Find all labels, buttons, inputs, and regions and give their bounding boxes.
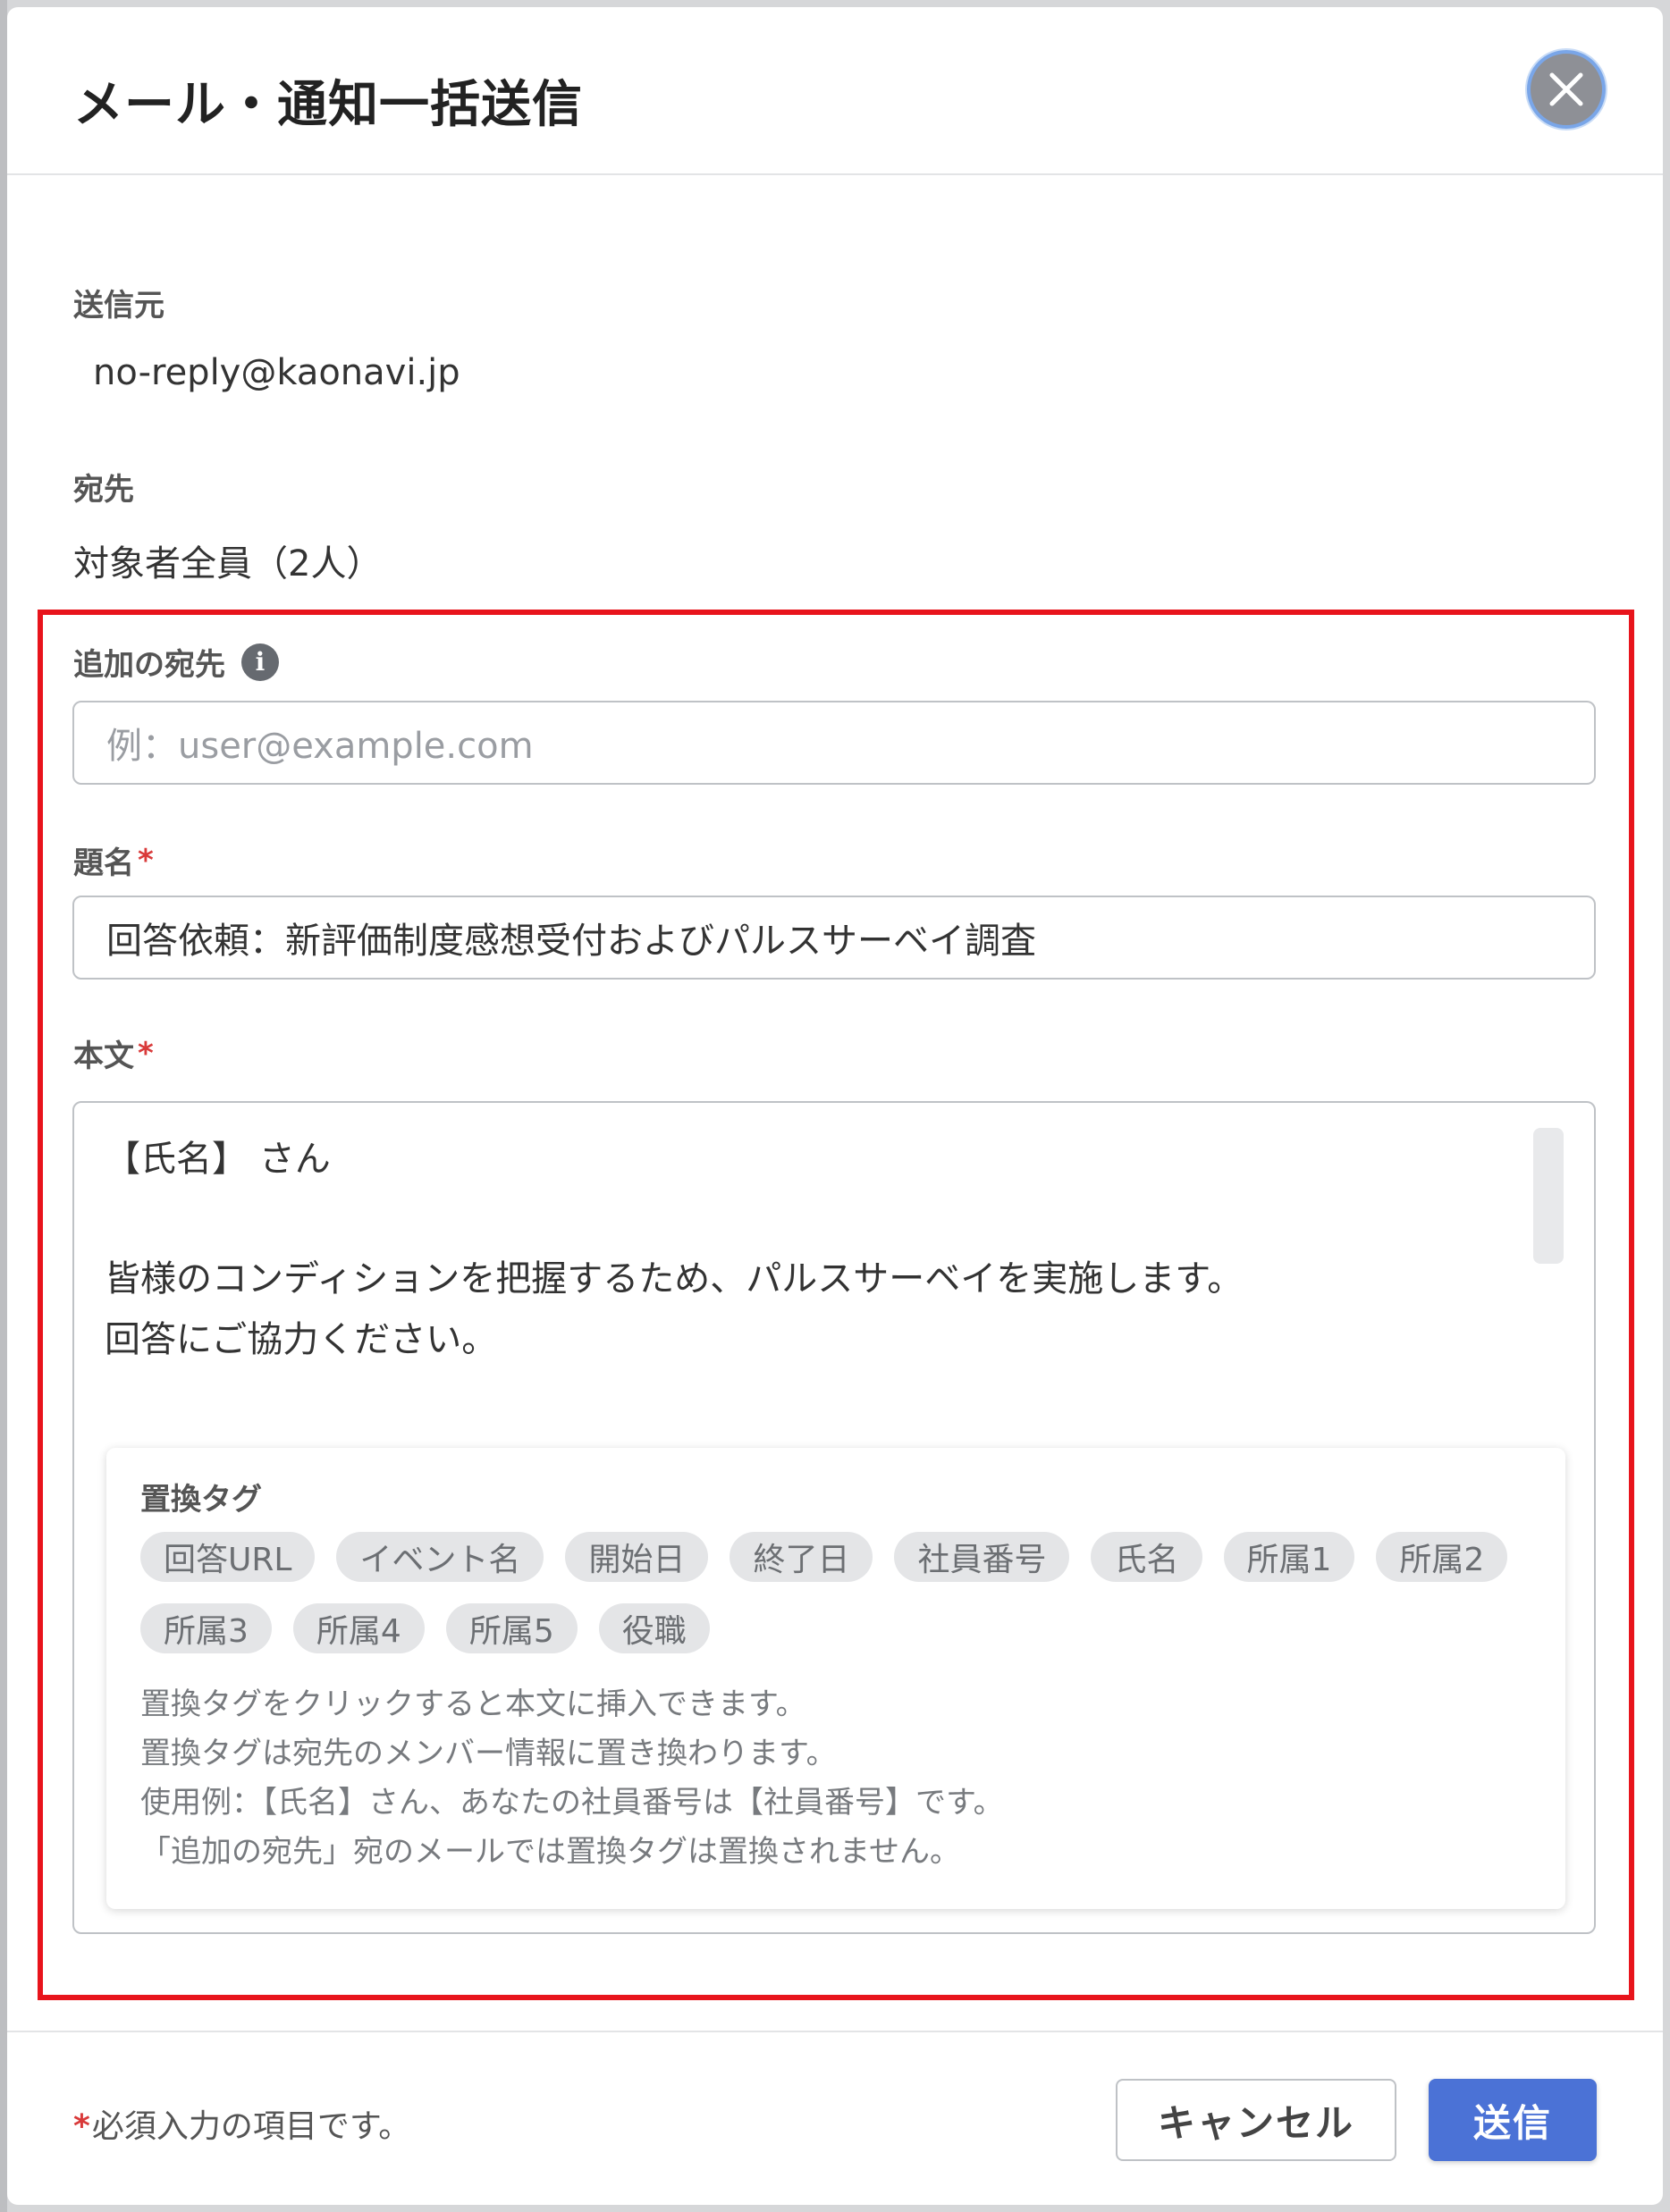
close-button[interactable]: [1527, 50, 1606, 129]
tag-chip-end-date[interactable]: 終了日: [730, 1532, 873, 1582]
recipient-label: 宛先: [73, 472, 134, 508]
tag-chip-start-date[interactable]: 開始日: [565, 1532, 709, 1582]
background-page-edge: [0, 0, 7, 2212]
required-mark: *: [138, 842, 154, 879]
body-scrollbar[interactable]: [1533, 1128, 1564, 1264]
tag-chip-name[interactable]: 氏名: [1091, 1532, 1202, 1582]
sender-value: no-reply@kaonavi.jp: [93, 352, 460, 393]
tag-chip-employee-number[interactable]: 社員番号: [894, 1532, 1070, 1582]
info-icon[interactable]: i: [241, 643, 279, 681]
dialog-header: メール・通知一括送信: [7, 7, 1663, 175]
body-label: 本文 *: [73, 1035, 154, 1075]
cancel-button[interactable]: キャンセル: [1116, 2079, 1396, 2161]
body-textarea[interactable]: 【氏名】 さん 皆様のコンディションを把握するため、パルスサーベイを実施します。…: [72, 1101, 1596, 1934]
bulk-send-dialog: メール・通知一括送信 送信元 no-reply@kaonavi.jp 宛先 対象…: [7, 7, 1663, 2205]
replacement-tag-help: 置換タグをクリックすると本文に挿入できます。 置換タグは宛先のメンバー情報に置き…: [140, 1680, 1004, 1877]
required-mark: *: [73, 2108, 90, 2145]
help-line: 「追加の宛先」宛のメールでは置換タグは置換されません。: [140, 1834, 960, 1870]
help-line: 置換タグは宛先のメンバー情報に置き換わります。: [140, 1736, 837, 1771]
tag-chip-department-5[interactable]: 所属5: [445, 1603, 578, 1653]
body-line: 回答にご協力ください。: [105, 1319, 498, 1360]
dialog-title: メール・通知一括送信: [73, 76, 583, 134]
tag-row-1: 回答URL イベント名 開始日 終了日 社員番号 氏名 所属1 所属2: [140, 1532, 1508, 1582]
help-line: 使用例：【氏名】さん、あなたの社員番号は【社員番号】です。: [140, 1785, 1004, 1821]
body-line: 皆様のコンディションを把握するため、パルスサーベイを実施します。: [105, 1258, 1244, 1299]
tag-chip-position[interactable]: 役職: [598, 1603, 710, 1653]
recipient-value: 対象者全員（2人）: [73, 543, 383, 585]
tag-chip-event-name[interactable]: イベント名: [336, 1532, 544, 1582]
tag-chip-department-4[interactable]: 所属4: [292, 1603, 425, 1653]
subject-input[interactable]: 回答依頼：新評価制度感想受付およびパルスサーベイ調査: [72, 896, 1596, 980]
send-button[interactable]: 送信: [1429, 2079, 1597, 2161]
replacement-tag-panel: 置換タグ 回答URL イベント名 開始日 終了日 社員番号 氏名 所属1 所属2…: [106, 1448, 1565, 1909]
additional-recipient-label: 追加の宛先 i: [73, 640, 279, 684]
required-mark: *: [138, 1035, 154, 1072]
replacement-tag-title: 置換タグ: [140, 1482, 262, 1518]
tag-chip-answer-url[interactable]: 回答URL: [140, 1532, 316, 1582]
body-line: 【氏名】 さん: [105, 1139, 331, 1180]
tag-chip-department-2[interactable]: 所属2: [1376, 1532, 1508, 1582]
tag-row-2: 所属3 所属4 所属5 役職: [140, 1603, 710, 1653]
sender-label: 送信元: [73, 288, 164, 324]
dialog-footer: *必須入力の項目です。 キャンセル 送信: [7, 2031, 1663, 2205]
tag-chip-department-1[interactable]: 所属1: [1223, 1532, 1355, 1582]
additional-recipient-input[interactable]: 例：user@example.com: [72, 701, 1596, 785]
subject-label: 題名 *: [73, 842, 154, 882]
close-icon: [1549, 72, 1583, 106]
tag-chip-department-3[interactable]: 所属3: [140, 1603, 272, 1653]
help-line: 置換タグをクリックすると本文に挿入できます。: [140, 1686, 806, 1722]
required-note: *必須入力の項目です。: [73, 2108, 411, 2145]
